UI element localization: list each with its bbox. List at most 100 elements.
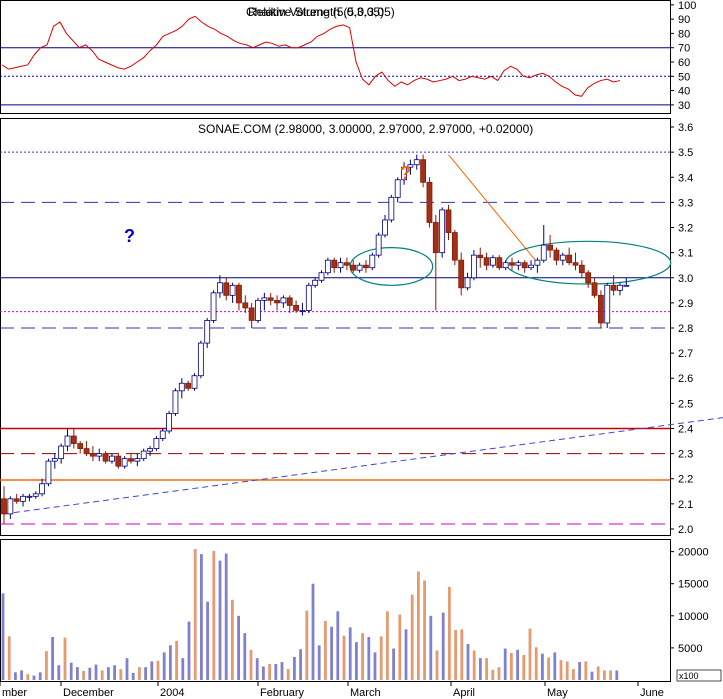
volume-bar (100, 670, 104, 680)
volume-bar (38, 672, 42, 680)
volume-bar (169, 645, 172, 680)
volume-bar (355, 642, 358, 680)
candle-body (502, 262, 509, 269)
rsi-tick-label: 40 (678, 86, 690, 98)
rsi-tick-label: 80 (678, 28, 690, 40)
candle-body (274, 299, 280, 304)
volume-bar (348, 627, 352, 680)
price-candles (1, 154, 630, 524)
candle-body (477, 254, 484, 259)
x-tick-label: December (63, 687, 114, 699)
candle-body (223, 282, 230, 296)
candle-body (236, 284, 242, 304)
price-tick-label: 2.4 (678, 423, 693, 435)
volume-tick-label: 10000 (678, 611, 709, 623)
volume-bar (491, 669, 495, 680)
volume-bar (435, 650, 439, 680)
volume-bar (497, 667, 501, 680)
candle-body (451, 232, 458, 261)
volume-bar (131, 672, 135, 680)
candle-body (267, 297, 274, 301)
volume-bar (609, 670, 612, 680)
volume-bar (578, 662, 581, 680)
candle-body (128, 458, 134, 462)
candle-body (445, 209, 452, 233)
x-tick-label: March (350, 687, 381, 699)
candle-body (356, 264, 363, 271)
candle-body (7, 498, 14, 515)
price-tick-label: 2.0 (678, 524, 693, 536)
candle-body (83, 448, 90, 455)
volume-bar (305, 610, 309, 680)
candle-body (318, 272, 325, 281)
volume-bar (299, 649, 302, 680)
candle-body (559, 254, 566, 261)
volume-bar (460, 629, 464, 680)
volume-bar (386, 611, 389, 680)
volume-bar (200, 554, 203, 680)
volume-bars (1, 549, 619, 680)
volume-bar (249, 649, 253, 680)
volume-bar (572, 669, 575, 680)
volume-bar (187, 621, 191, 680)
volume-bar (534, 647, 538, 680)
price-trendline (448, 154, 538, 264)
volume-bar (119, 669, 123, 680)
volume-bar (280, 662, 284, 680)
volume-bar (596, 666, 600, 680)
volume-bar (1, 593, 5, 680)
candle-body (13, 498, 20, 502)
volume-bar (231, 599, 234, 680)
volume-bar (379, 636, 383, 680)
price-tick-label: 2.5 (678, 398, 693, 410)
candle-body (96, 453, 103, 457)
price-tick-label: 3.2 (678, 223, 693, 235)
candle-body (293, 304, 300, 311)
candle-body (261, 297, 268, 301)
candle-body (521, 262, 528, 269)
candle-body (102, 453, 109, 462)
volume-bar (547, 657, 550, 680)
volume-bar (448, 586, 451, 680)
volume-bar (237, 615, 240, 680)
volume-bar (20, 670, 23, 680)
candle-body (77, 443, 84, 449)
candle-body (26, 495, 33, 498)
rsi-tick-label: 30 (678, 100, 690, 112)
candle-body (483, 257, 490, 266)
volume-bar (466, 644, 470, 680)
candle-body (617, 284, 623, 291)
candle-body (153, 438, 160, 449)
volume-bar (429, 615, 433, 680)
volume-bar (212, 550, 216, 680)
candle-body (382, 219, 388, 236)
volume-bar (330, 626, 333, 680)
price-tick-label: 2.2 (678, 474, 693, 486)
x-tick-label: mber (2, 687, 27, 699)
candle-body (540, 244, 547, 261)
candle-body (578, 264, 585, 274)
volume-bar (156, 660, 160, 680)
volume-bar (274, 663, 278, 680)
candle-body (45, 460, 52, 485)
price-y-axis: 2.0 2.1 2.2 2.3 2.4 2.5 2.6 2.7 2.8 2.9 3.0 3.1 3.2 3… (670, 122, 693, 536)
candle-body (20, 495, 26, 502)
candle-body (375, 234, 382, 256)
volume-bar (516, 649, 519, 680)
candle-body (350, 264, 357, 271)
volume-bar (417, 571, 420, 680)
candle-body (242, 302, 249, 309)
volume-bar (479, 658, 482, 680)
volume-bar (107, 667, 110, 680)
volume-bar (317, 645, 321, 680)
candle-body (185, 382, 192, 389)
candle-body (432, 222, 439, 254)
candle-body (121, 458, 128, 467)
rsi-tick-label: 60 (678, 57, 690, 69)
volume-bar (615, 670, 619, 680)
volume-bar (373, 652, 377, 680)
price-tick-label: 3.4 (678, 172, 693, 184)
candle-body (572, 262, 579, 266)
volume-bar (82, 671, 85, 680)
rsi-y-axis: 30 40 50 60 70 80 90 100 (670, 0, 696, 112)
